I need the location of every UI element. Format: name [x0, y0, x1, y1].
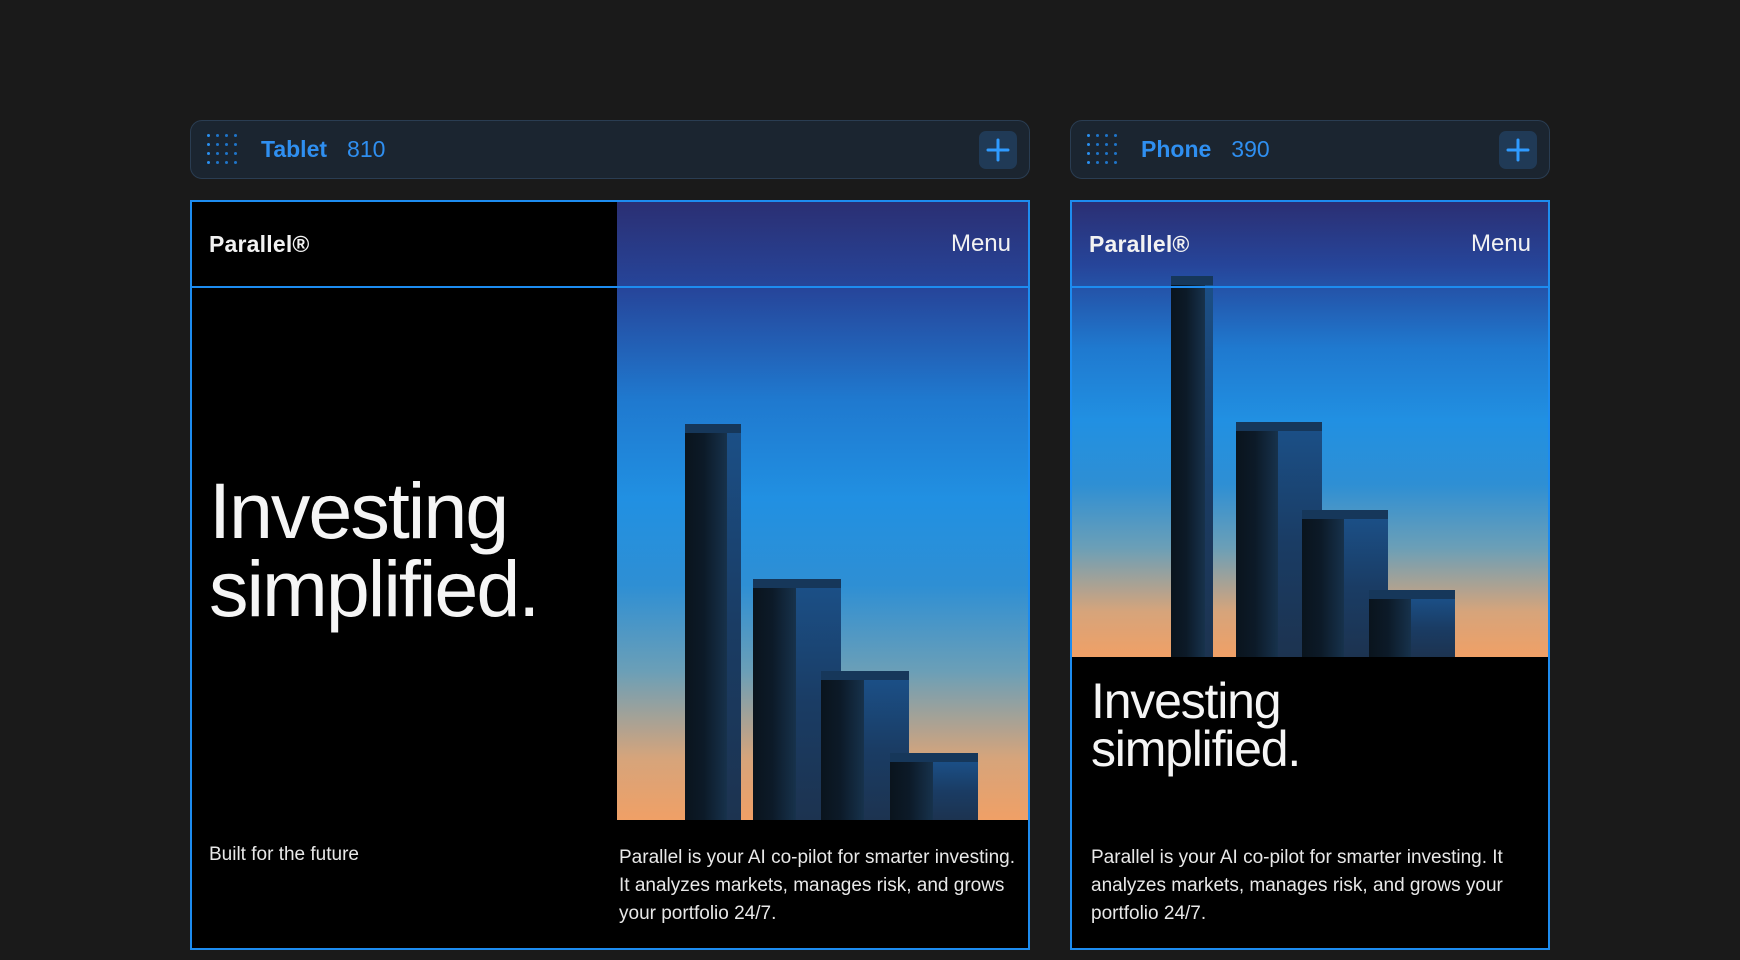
hero-image	[617, 202, 1028, 820]
tagline: Built for the future	[209, 844, 359, 865]
headline-line: Investing	[1091, 673, 1282, 729]
tower-bar	[890, 753, 978, 820]
hero-description: Parallel is your AI co-pilot for smarter…	[619, 847, 1015, 924]
phone-frame[interactable]: Parallel® Menu Investing simplified. Par…	[1070, 200, 1550, 950]
tower-bar	[1171, 276, 1213, 657]
headline-line: simplified.	[1091, 721, 1301, 777]
breakpoint-width[interactable]: 390	[1231, 136, 1269, 163]
add-breakpoint-button[interactable]	[1499, 130, 1537, 169]
hero-headline: Investing simplified.	[209, 466, 540, 633]
add-breakpoint-button[interactable]	[979, 130, 1017, 169]
hero-description: Parallel is your AI co-pilot for smarter…	[1091, 847, 1503, 924]
breakpoint-bar-phone: Phone 390	[1070, 120, 1550, 179]
plus-icon	[986, 138, 1010, 161]
menu-link[interactable]: Menu	[1471, 230, 1531, 258]
site-logo[interactable]: Parallel®	[1089, 231, 1190, 258]
headline-line: simplified.	[209, 544, 540, 633]
drag-handle-icon[interactable]	[205, 133, 239, 167]
breakpoint-name[interactable]: Tablet	[261, 136, 327, 163]
breakpoint-name[interactable]: Phone	[1141, 136, 1211, 163]
hero-headline: Investing simplified.	[1091, 673, 1301, 777]
site-nav: Parallel® Menu	[192, 202, 1028, 288]
headline-line: Investing	[209, 466, 509, 555]
drag-handle-icon[interactable]	[1085, 133, 1119, 167]
tablet-frame[interactable]: Parallel® Menu Investing simplified. Bui…	[190, 200, 1030, 950]
breakpoint-bar-tablet: Tablet 810	[190, 120, 1030, 179]
tower-bar	[685, 424, 741, 820]
site-nav: Parallel® Menu	[1072, 202, 1548, 288]
tower-bar	[1369, 590, 1455, 657]
breakpoint-width[interactable]: 810	[347, 136, 385, 163]
menu-link[interactable]: Menu	[951, 230, 1011, 258]
site-logo[interactable]: Parallel®	[209, 231, 310, 258]
plus-icon	[1506, 138, 1530, 161]
